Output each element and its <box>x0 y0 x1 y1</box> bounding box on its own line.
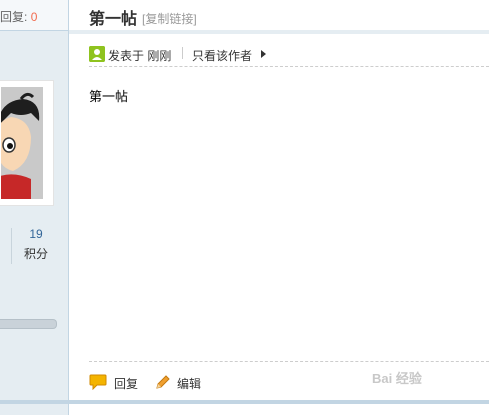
cartoon-avatar-icon <box>1 87 43 199</box>
post-content: 第一帖 <box>89 89 129 104</box>
sidebar-header: 回复: 0 <box>0 0 68 31</box>
post-actions: 回复 编辑 <box>89 373 349 393</box>
edit-button[interactable]: 编辑 <box>155 373 215 393</box>
avatar[interactable] <box>0 80 54 206</box>
user-icon <box>89 46 105 62</box>
posted-time: 发表于 刚刚 <box>108 49 172 63</box>
user-glyph-icon <box>89 46 105 62</box>
meta-divider <box>182 47 183 59</box>
author-sidebar: 回复: 0 19 积分 <box>0 0 69 415</box>
stats-divider <box>11 228 12 264</box>
points-value[interactable]: 19 <box>24 227 48 241</box>
footer-bar <box>0 400 489 404</box>
avatar-image <box>1 87 43 199</box>
user-stats: 19 积分 <box>0 222 68 272</box>
level-progress-bar <box>0 319 57 329</box>
only-author-link[interactable]: 只看该作者 <box>192 47 252 64</box>
post-title: 第一帖 <box>89 11 138 28</box>
points-label: 积分 <box>23 247 48 261</box>
triangle-right-icon <box>261 50 266 58</box>
post-meta: 发表于 刚刚 只看该作者 <box>89 44 489 67</box>
reply-count-value: 0 <box>30 10 38 24</box>
post-header: 第一帖 [复制链接] <box>69 0 489 34</box>
reply-label: 回复 <box>114 377 139 391</box>
pencil-icon <box>156 375 170 389</box>
reply-button[interactable]: 回复 <box>89 373 149 393</box>
copy-link-button[interactable]: [复制链接] <box>142 10 197 27</box>
content-divider <box>89 361 489 362</box>
speech-bubble-icon <box>89 374 107 390</box>
edit-label: 编辑 <box>177 377 202 391</box>
watermark: Bai 经验 <box>372 371 422 386</box>
reply-count-label: 回复: <box>0 10 28 24</box>
reply-count: 回复: 0 <box>0 8 37 25</box>
